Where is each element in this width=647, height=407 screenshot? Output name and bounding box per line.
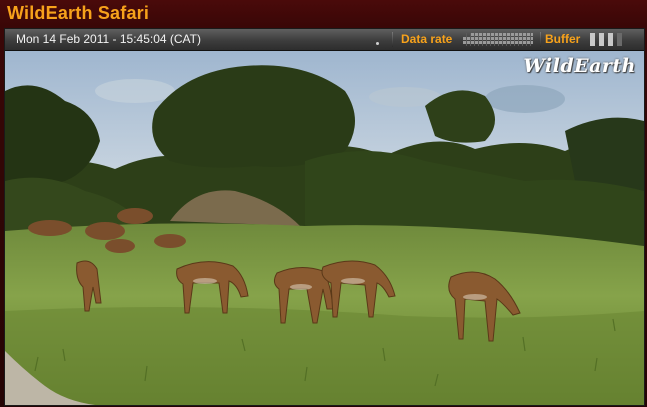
app-window: WildEarth Safari Mon 14 Feb 2011 - 15:45… (0, 0, 647, 407)
toolbar-divider (540, 32, 541, 47)
video-player[interactable]: Mon 14 Feb 2011 - 15:45:04 (CAT) Data ra… (4, 28, 645, 406)
buffer-bar (590, 33, 595, 46)
buffer-meter (590, 33, 622, 46)
timestamp: Mon 14 Feb 2011 - 15:45:04 (CAT) (16, 32, 201, 46)
data-rate-label: Data rate (401, 32, 453, 46)
buffer-bar (608, 33, 613, 46)
player-toolbar: Mon 14 Feb 2011 - 15:45:04 (CAT) Data ra… (5, 29, 644, 51)
status-dot (376, 42, 379, 45)
wildearth-logo: WildEarth (523, 55, 636, 77)
data-rate-meter (463, 33, 533, 46)
video-frame[interactable]: WildEarth (5, 51, 644, 405)
buffer-label: Buffer (545, 32, 581, 46)
toolbar-divider (392, 32, 393, 47)
app-title: WildEarth Safari (7, 3, 150, 23)
savanna-scene-image (5, 51, 644, 405)
buffer-bar (617, 33, 622, 46)
buffer-bar (599, 33, 604, 46)
